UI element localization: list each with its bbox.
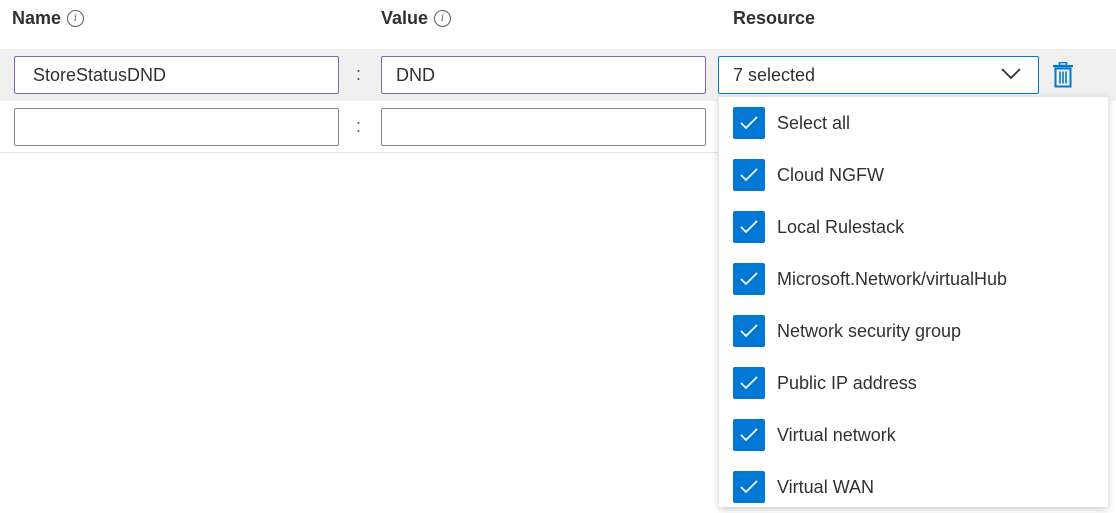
option-label: Virtual WAN [777,476,875,497]
value-header-label: Value [381,8,429,28]
tag-name-input[interactable] [14,108,339,146]
info-icon[interactable]: i [67,10,85,27]
info-icon[interactable]: i [434,10,452,27]
checkbox[interactable] [733,367,765,399]
option-label: Public IP address [777,372,917,393]
checkbox[interactable] [733,471,765,503]
checkbox[interactable] [733,419,765,451]
value-column-header: Value i [381,8,452,29]
resource-dropdown[interactable]: 7 selected [718,56,1039,94]
resource-selected-text: 7 selected [733,64,816,85]
name-column-header: Name i [12,8,85,29]
option-public-ip-address[interactable]: Public IP address [719,357,1108,409]
checkbox[interactable] [733,263,765,295]
option-virtual-network[interactable]: Virtual network [719,409,1108,461]
checkmark-icon [740,272,758,286]
checkmark-icon [740,220,758,234]
option-label: Virtual network [777,424,896,445]
checkmark-icon [740,428,758,442]
checkbox[interactable] [733,211,765,243]
chevron-down-icon [1001,68,1021,80]
option-label: Microsoft.Network/virtualHub [777,268,1008,289]
option-label: Cloud NGFW [777,164,885,185]
option-label: Select all [777,112,851,133]
checkbox[interactable] [733,315,765,347]
tag-value-input[interactable] [381,108,706,146]
name-value-separator: : [356,116,362,136]
option-select-all[interactable]: Select all [719,97,1108,149]
tag-value-input[interactable]: DND [381,56,706,94]
resource-options-panel: Select all Cloud NGFW Local Rulestack Mi… [719,97,1108,507]
tag-value-value: DND [396,64,435,85]
checkmark-icon [740,376,758,390]
checkbox[interactable] [733,107,765,139]
option-network-security-group[interactable]: Network security group [719,305,1108,357]
option-virtual-hub[interactable]: Microsoft.Network/virtualHub [719,253,1108,305]
option-cloud-ngfw[interactable]: Cloud NGFW [719,149,1108,201]
name-value-separator: : [356,64,362,84]
name-header-label: Name [12,8,62,28]
row-divider [0,152,718,153]
trash-icon[interactable] [1052,62,1074,88]
resource-column-header: Resource [733,8,815,29]
checkmark-icon [740,480,758,494]
tag-name-input[interactable]: StoreStatusDND [14,56,339,94]
option-label: Network security group [777,320,962,341]
option-label: Local Rulestack [777,216,905,237]
resource-header-label: Resource [733,8,816,28]
checkmark-icon [740,324,758,338]
checkmark-icon [740,168,758,182]
option-virtual-wan[interactable]: Virtual WAN [719,461,1108,513]
tag-name-value: StoreStatusDND [33,64,167,85]
option-local-rulestack[interactable]: Local Rulestack [719,201,1108,253]
checkmark-icon [740,116,758,130]
checkbox[interactable] [733,159,765,191]
